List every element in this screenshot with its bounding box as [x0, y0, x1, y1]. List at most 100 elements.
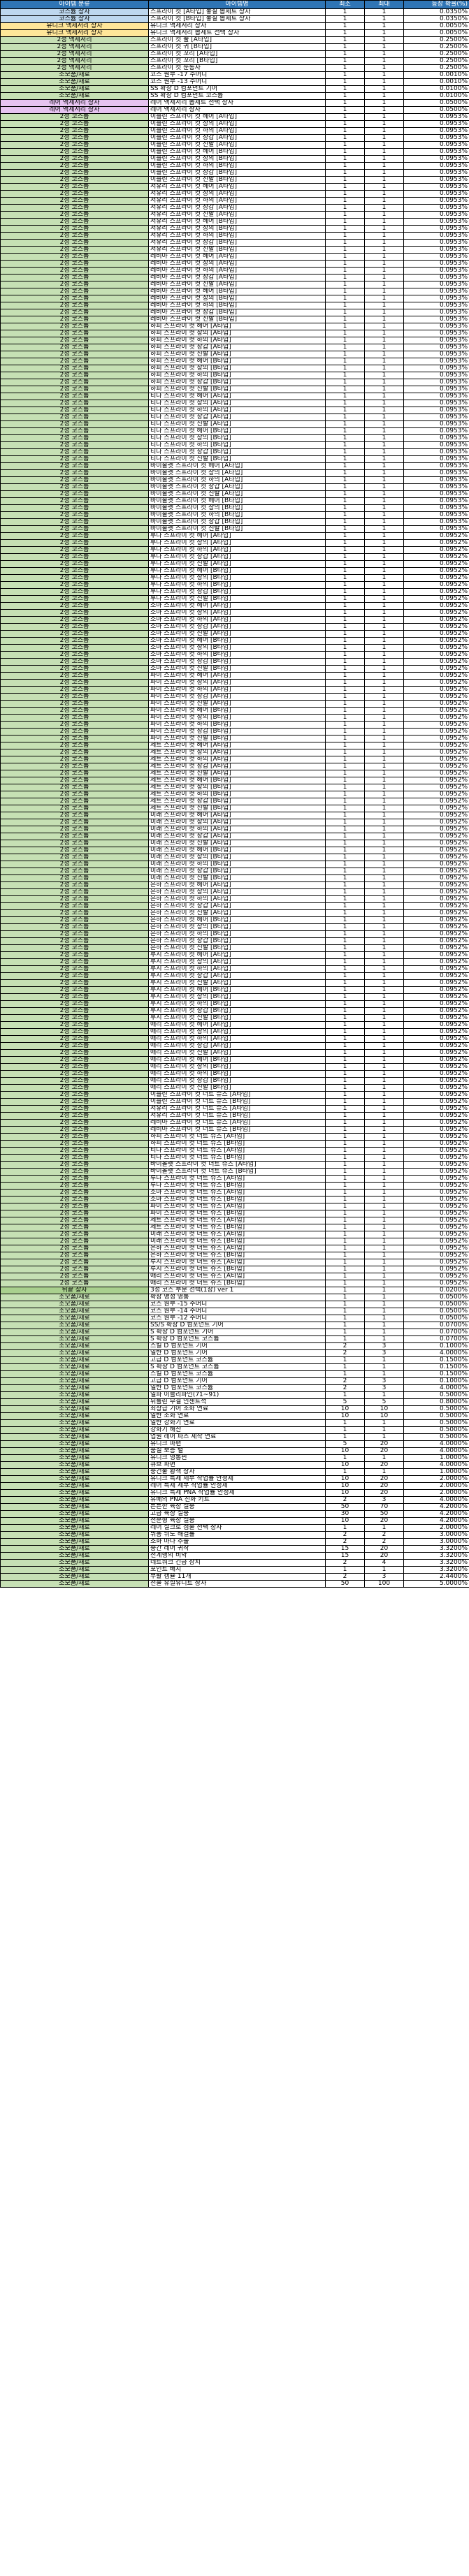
item-name-cell: SS 확장 D 컴포넌트 기어	[148, 85, 326, 93]
min-cell: 1	[325, 1370, 365, 1378]
table-row: 2성 코스튬 이블린 스프라이 컷 장갑 [A타입] 1 1 0.0953%	[0, 134, 469, 142]
min-cell: 1	[325, 29, 365, 37]
category-cell: 2성 코스튬	[0, 895, 149, 903]
max-cell: 1	[364, 316, 404, 323]
item-name-cell: 큐브 파편	[148, 1461, 326, 1469]
table-row: 2성 코스튬 이블린 스프라이 컷 헤어 [A타입] 1 1 0.0953%	[0, 113, 469, 121]
category-cell: 2성 코스튬	[0, 344, 149, 351]
max-cell: 1	[364, 134, 404, 142]
rate-cell: 0.0953%	[403, 414, 469, 421]
table-row: 2성 코스튬 바이올렛 스프라이 컷 장갑 [B타입] 1 1 0.0953%	[0, 518, 469, 526]
item-name-cell: 하피 스프라이 컷 헤어 [B타입]	[148, 358, 326, 365]
item-name-cell: 중간 레어 귀착	[148, 1545, 326, 1553]
table-row: 2성 코스튬 이블린 스프라이 컷 하의 [A타입] 1 1 0.0953%	[0, 127, 469, 135]
min-cell: 1	[325, 504, 365, 512]
table-row: 소모품/재료 품질 보증 털 10 20 4.0000%	[0, 1447, 469, 1455]
item-name-cell: 하피 스프라이 컷 하의 [B타입]	[148, 372, 326, 379]
max-cell: 1	[364, 323, 404, 330]
item-name-cell: 티나 스프라이 컷 장갑 [B타입]	[148, 448, 326, 456]
category-cell: 2성 코스튬	[0, 420, 149, 428]
table-row: 2성 코스튬 하피 스프라이 컷 상의 [A타입] 1 1 0.0953%	[0, 330, 469, 337]
rate-cell: 0.0952%	[403, 651, 469, 659]
rate-cell: 0.0953%	[403, 434, 469, 442]
table-row: 소모품/재료 튼튼한 육상 실뭉 50 70 4.2000%	[0, 1503, 469, 1511]
max-cell: 1	[364, 1210, 404, 1217]
category-cell: 2성 코스튬	[0, 176, 149, 184]
max-cell: 5	[364, 1398, 404, 1406]
max-cell: 1	[364, 1245, 404, 1252]
max-cell: 1	[364, 1105, 404, 1113]
table-row: 2성 코스튬 세트 스프라이 컷 하의 [A타입] 1 1 0.0952%	[0, 756, 469, 763]
rate-cell: 0.0953%	[403, 162, 469, 170]
item-name-cell: 은하 스프라이 컷 신발 [B타입]	[148, 944, 326, 952]
category-cell: 소모품/재료	[0, 1573, 149, 1581]
table-row: 2성 코스튬 레비아 스프라이 컷 신발 [A타입] 1 1 0.0953%	[0, 281, 469, 288]
rate-cell: 0.0953%	[403, 309, 469, 316]
item-name-cell: 세트 스프라이 컷 상의 [B타입]	[148, 784, 326, 791]
category-cell: 2성 코스튬	[0, 833, 149, 840]
item-name-cell: 레어 액세서리 상자	[148, 106, 326, 114]
min-cell: 1	[325, 958, 365, 966]
table-row: 소모품/재료 S 확장 D 컴포넌트 코스튬 1 1 0.1500%	[0, 1363, 469, 1371]
item-name-cell: 바이올렛 스프라이 컷 너트 슈즈 [B타입]	[148, 1168, 326, 1176]
table-row: 2성 코스튬 미래 스프라이 컷 하의 [B타입] 1 1 0.0952%	[0, 861, 469, 868]
category-cell: 2성 코스튬	[0, 1273, 149, 1280]
table-row: 소모품/재료 일반 조화 연료 10 10 0.5000%	[0, 1412, 469, 1420]
item-name-cell: 유배의 PNA 진화 키트	[148, 1496, 326, 1504]
table-row: 2성 코스튬 은하 스프라이 컷 상의 [A타입] 1 1 0.0952%	[0, 888, 469, 896]
rate-cell: 0.0952%	[403, 930, 469, 938]
min-cell: 1	[325, 1091, 365, 1099]
max-cell: 1	[364, 868, 404, 875]
table-row: 2성 코스튬 티나 스프라이 컷 하의 [B타입] 1 1 0.0953%	[0, 441, 469, 449]
rate-cell: 0.1500%	[403, 1370, 469, 1378]
category-cell: 2성 코스튬	[0, 847, 149, 854]
item-name-cell: 은하 스프라이 컷 하의 [B타입]	[148, 930, 326, 938]
table-row: 2성 코스튬 파이 스프라이 컷 너트 슈즈 [A타입] 1 1 0.0952%	[0, 1203, 469, 1210]
min-cell: 1	[325, 1524, 365, 1532]
table-row: 2성 코스튬 티나 스프라이 컷 너트 슈즈 [B타입] 1 1 0.0952%	[0, 1154, 469, 1162]
min-cell: 1	[325, 881, 365, 889]
category-cell: 2성 코스튬	[0, 351, 149, 358]
category-cell: 2성 코스튬	[0, 644, 149, 652]
item-name-cell: 유니크 파편	[148, 1440, 326, 1448]
item-name-cell: 세트 스프라이 컷 헤어 [A타입]	[148, 742, 326, 749]
min-cell: 1	[325, 805, 365, 812]
rate-cell: 0.5000%	[403, 1391, 469, 1399]
min-cell: 1	[325, 651, 365, 659]
table-row: 소모품/재료 전문형 육상 실뭉 10 20 4.2000%	[0, 1517, 469, 1525]
min-cell: 2	[325, 1342, 365, 1350]
min-cell: 1	[325, 909, 365, 917]
rate-cell: 0.0952%	[403, 602, 469, 610]
min-cell: 1	[325, 1140, 365, 1148]
max-cell: 1	[364, 155, 404, 163]
max-cell: 1	[364, 714, 404, 722]
item-name-cell: 부활 캡슐 11개	[148, 1573, 326, 1581]
max-cell: 1	[364, 309, 404, 316]
rate-cell: 0.0952%	[403, 721, 469, 729]
rate-cell: 0.0953%	[403, 281, 469, 288]
rate-cell: 0.8000%	[403, 1398, 469, 1406]
min-cell: 1	[325, 36, 365, 44]
category-cell: 2성 코스튬	[0, 525, 149, 533]
min-cell: 1	[325, 379, 365, 386]
item-name-cell: 스프라이 컷 귀 [B타입]	[148, 43, 326, 51]
max-cell: 1	[364, 162, 404, 170]
rate-cell: 0.0952%	[403, 623, 469, 631]
min-cell: 1	[325, 50, 365, 58]
item-name-cell: 하피 스프라이 컷 신발 [A타입]	[148, 351, 326, 358]
table-row: 2성 코스튬 하피 스프라이 컷 상의 [B타입] 1 1 0.0953%	[0, 365, 469, 372]
category-cell: 2성 코스튬	[0, 1077, 149, 1085]
rate-cell: 0.0952%	[403, 1084, 469, 1092]
item-name-cell: 바이올렛 스프라이 컷 장갑 [A타입]	[148, 483, 326, 491]
max-cell: 1	[364, 455, 404, 463]
min-cell: 1	[325, 344, 365, 351]
table-row: 2성 코스튬 루시 스프라이 컷 너트 슈즈 [A타입] 1 1 0.0952%	[0, 1259, 469, 1266]
min-cell: 1	[325, 553, 365, 561]
item-name-cell: 루시 스프라이 컷 너트 슈즈 [B타입]	[148, 1266, 326, 1273]
table-row: 2성 코스튬 바이올렛 스프라이 컷 너트 슈즈 [B타입] 1 1 0.0952%	[0, 1168, 469, 1176]
rate-cell: 0.0953%	[403, 518, 469, 526]
category-cell: 2성 코스튬	[0, 868, 149, 875]
max-cell: 1	[364, 141, 404, 149]
max-cell: 1	[364, 1252, 404, 1259]
max-cell: 1	[364, 469, 404, 477]
